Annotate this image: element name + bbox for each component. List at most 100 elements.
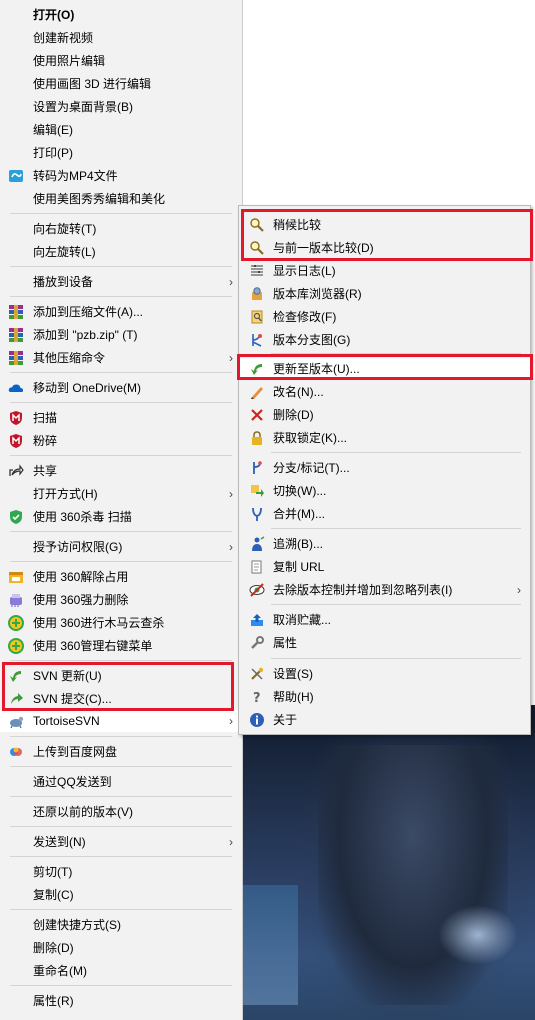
menu-item-print[interactable]: 打印(P) [0, 142, 242, 164]
menu-item-set-wallpaper[interactable]: 设置为桌面背景(B) [0, 96, 242, 118]
360-unlock-icon [8, 569, 24, 585]
submenu-item-diff-previous[interactable]: 与前一版本比较(D) [239, 237, 530, 259]
menu-item-rotate-right[interactable]: 向右旋转(T) [0, 218, 242, 240]
menu-item-restore-previous[interactable]: 还原以前的版本(V) [0, 801, 242, 823]
submenu-item-revision-graph[interactable]: 版本分支图(G) [239, 329, 530, 351]
wallpaper-figure [318, 745, 508, 1005]
submenu-item-merge[interactable]: 合并(M)... [239, 503, 530, 525]
menu-item-send-to[interactable]: 发送到(N) › [0, 831, 242, 853]
svn-update-icon [8, 668, 24, 684]
svn-commit-icon [8, 691, 24, 707]
submenu-item-diff-later[interactable]: 稍候比较 [239, 214, 530, 236]
menu-item-360-unlock[interactable]: 使用 360解除占用 [0, 566, 242, 588]
menu-item-create-video[interactable]: 创建新视频 [0, 27, 242, 49]
menu-item-edit-paint3d[interactable]: 使用画图 3D 进行编辑 [0, 73, 242, 95]
submenu-item-copy-url[interactable]: 复制 URL [239, 556, 530, 578]
submenu-item-unversion-ignore[interactable]: 去除版本控制并增加到忽略列表(I) › [239, 579, 530, 601]
menu-item-label: 发送到(N) [33, 835, 86, 849]
menu-item-label: 向左旋转(L) [33, 245, 96, 259]
menu-item-360-force-delete[interactable]: 使用 360强力删除 [0, 589, 242, 611]
menu-item-edit[interactable]: 编辑(E) [0, 119, 242, 141]
menu-item-play-to-device[interactable]: 播放到设备 › [0, 271, 242, 293]
menu-item-label: 使用 360进行木马云查杀 [33, 616, 165, 630]
submenu-item-show-log[interactable]: 显示日志(L) [239, 260, 530, 282]
mcafee-shield-icon [8, 433, 24, 449]
submenu-item-update-to-revision[interactable]: 更新至版本(U)... [239, 358, 530, 380]
submenu-item-rename[interactable]: 改名(N)... [239, 381, 530, 403]
menu-item-cut[interactable]: 剪切(T) [0, 861, 242, 883]
menu-item-label: 创建新视频 [33, 31, 94, 45]
chevron-right-icon: › [229, 487, 233, 501]
submenu-item-branch-tag[interactable]: 分支/标记(T)... [239, 457, 530, 479]
help-question-icon: ? [249, 689, 265, 706]
video-convert-icon [8, 168, 24, 184]
menu-item-other-compress[interactable]: 其他压缩命令 › [0, 347, 242, 369]
wallpaper-sky [238, 885, 298, 1005]
submenu-item-unshelve[interactable]: 取消贮藏... [239, 609, 530, 631]
menu-item-move-onedrive[interactable]: 移动到 OneDrive(M) [0, 377, 242, 399]
menu-item-label: 使用 360杀毒 扫描 [33, 510, 132, 524]
menu-item-360-trojan[interactable]: 使用 360进行木马云查杀 [0, 612, 242, 634]
tortoisesvn-icon [8, 713, 24, 729]
menu-item-convert-mp4[interactable]: 转码为MP4文件 [0, 165, 242, 187]
submenu-item-repo-browser[interactable]: 版本库浏览器(R) [239, 283, 530, 305]
menu-separator [271, 353, 521, 354]
submenu-item-delete[interactable]: 删除(D) [239, 404, 530, 426]
menu-item-share[interactable]: 共享 [0, 460, 242, 482]
menu-item-rotate-left[interactable]: 向左旋转(L) [0, 241, 242, 263]
menu-item-grant-access[interactable]: 授予访问权限(G) › [0, 536, 242, 558]
menu-item-open-with[interactable]: 打开方式(H) › [0, 483, 242, 505]
menu-item-rename[interactable]: 重命名(M) [0, 960, 242, 982]
menu-item-properties[interactable]: 属性(R) [0, 990, 242, 1012]
menu-item-tortoisesvn[interactable]: TortoiseSVN › [0, 710, 242, 732]
menu-item-svn-commit[interactable]: SVN 提交(C)... [0, 688, 242, 710]
unshelve-icon [249, 612, 265, 628]
chevron-right-icon: › [229, 540, 233, 554]
menu-item-360-manage[interactable]: 使用 360管理右键菜单 [0, 635, 242, 657]
menu-item-label: 获取锁定(K)... [273, 431, 347, 445]
menu-separator [10, 660, 232, 661]
menu-item-shred[interactable]: 粉碎 [0, 430, 242, 452]
menu-item-scan[interactable]: 扫描 [0, 407, 242, 429]
menu-separator [10, 796, 232, 797]
log-list-icon [249, 263, 265, 279]
menu-separator [271, 528, 521, 529]
menu-item-label: 追溯(B)... [273, 537, 323, 551]
menu-separator [10, 909, 232, 910]
chevron-right-icon: › [229, 275, 233, 289]
menu-item-label: 使用 360管理右键菜单 [33, 639, 153, 653]
menu-item-copy[interactable]: 复制(C) [0, 884, 242, 906]
submenu-item-check-modifications[interactable]: 检查修改(F) [239, 306, 530, 328]
menu-item-label: 剪切(T) [33, 865, 73, 879]
menu-item-svn-update[interactable]: SVN 更新(U) [0, 665, 242, 687]
submenu-item-get-lock[interactable]: 获取锁定(K)... [239, 427, 530, 449]
menu-item-add-archive[interactable]: 添加到压缩文件(A)... [0, 301, 242, 323]
switch-icon [249, 483, 265, 499]
menu-item-create-shortcut[interactable]: 创建快捷方式(S) [0, 914, 242, 936]
menu-item-label: 与前一版本比较(D) [273, 241, 374, 255]
submenu-item-blame[interactable]: 追溯(B)... [239, 533, 530, 555]
chevron-right-icon: › [229, 714, 233, 728]
menu-item-open[interactable]: 打开(O) [0, 4, 242, 26]
menu-item-360-scan[interactable]: 使用 360杀毒 扫描 [0, 506, 242, 528]
menu-item-label: 复制(C) [33, 888, 74, 902]
share-icon [8, 463, 24, 479]
menu-item-delete[interactable]: 删除(D) [0, 937, 242, 959]
submenu-item-switch[interactable]: 切换(W)... [239, 480, 530, 502]
submenu-item-settings[interactable]: 设置(S) [239, 663, 530, 685]
rename-pencil-icon [249, 384, 265, 400]
submenu-item-about[interactable]: 关于 [239, 709, 530, 731]
lock-icon [249, 430, 265, 446]
winrar-icon [8, 327, 24, 343]
menu-item-label: 移动到 OneDrive(M) [33, 381, 142, 395]
menu-item-label: 稍候比较 [273, 218, 322, 232]
submenu-item-help[interactable]: ? 帮助(H) [239, 686, 530, 708]
repo-browser-icon [249, 286, 265, 302]
menu-separator [10, 296, 232, 297]
submenu-item-properties[interactable]: 属性 [239, 632, 530, 654]
menu-item-add-to-zip[interactable]: 添加到 "pzb.zip" (T) [0, 324, 242, 346]
menu-item-meitu[interactable]: 使用美图秀秀编辑和美化 [0, 188, 242, 210]
menu-item-edit-with-photos[interactable]: 使用照片编辑 [0, 50, 242, 72]
menu-item-send-qq[interactable]: 通过QQ发送到 [0, 771, 242, 793]
menu-item-upload-baidu[interactable]: 上传到百度网盘 [0, 741, 242, 763]
